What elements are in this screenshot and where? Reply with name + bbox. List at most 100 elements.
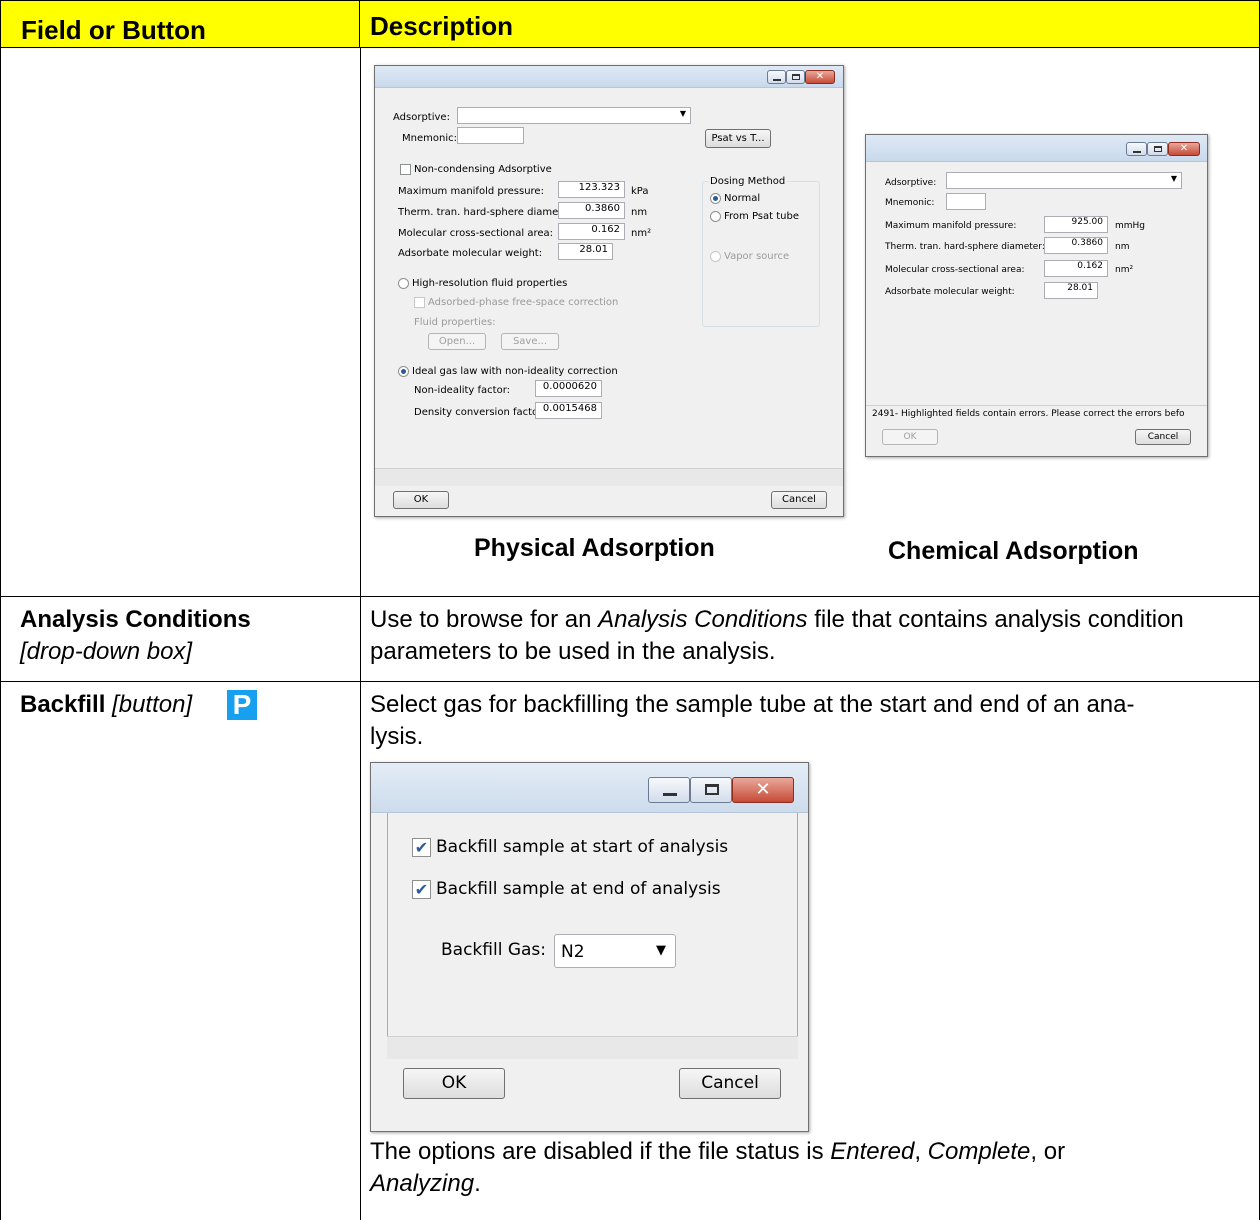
non-ideality-value: 0.0000620 [542, 381, 597, 392]
density-label: Density conversion factor: [414, 407, 546, 418]
error-message: 2491- Highlighted fields contain errors.… [872, 409, 1185, 419]
weight-field[interactable]: 28.01 [1044, 282, 1098, 299]
maximize-button[interactable] [1147, 142, 1168, 156]
backfill-description: Select gas for backfilling the sample tu… [370, 689, 1250, 753]
ideal-gas-radio[interactable] [398, 366, 409, 377]
adsorptive-dropdown[interactable]: ▼ [946, 172, 1182, 189]
backfill-gas-value: N2 [561, 942, 585, 962]
maximize-icon [1154, 146, 1162, 152]
maximize-button[interactable] [690, 777, 732, 803]
close-button[interactable]: ✕ [1168, 142, 1200, 156]
psat-label: Psat vs T... [711, 133, 765, 144]
backfill-end-label: Backfill sample at end of analysis [436, 879, 721, 899]
cancel-button[interactable]: Cancel [771, 491, 827, 509]
status-bar [375, 468, 843, 486]
open-button[interactable]: Open... [428, 333, 486, 350]
max-pressure-field[interactable]: 925.00 [1044, 216, 1108, 233]
desc-italic: Analysis Conditions [598, 606, 808, 633]
diameter-field[interactable]: 0.3860 [558, 202, 625, 219]
free-space-label: Adsorbed-phase free-space correction [428, 297, 619, 308]
close-button[interactable]: ✕ [732, 777, 794, 803]
diameter-label: Therm. tran. hard-sphere diameter: [398, 207, 576, 218]
check-icon: ✔ [414, 838, 429, 857]
high-resolution-radio[interactable] [398, 278, 409, 289]
density-value: 0.0015468 [542, 403, 597, 414]
table-left-border [0, 48, 1, 1220]
header-left-label: Field or Button [21, 15, 206, 45]
ideal-gas-label: Ideal gas law with non-ideality correcti… [412, 366, 618, 377]
row-divider-2 [0, 681, 1260, 682]
adsorptive-label: Adsorptive: [393, 112, 450, 123]
dosing-vapor-radio[interactable] [710, 251, 721, 262]
diameter-unit: nm [631, 207, 648, 218]
non-ideality-label: Non-ideality factor: [414, 385, 511, 396]
desc-pre: Use to browse for an [370, 606, 599, 633]
psat-vs-t-button[interactable]: Psat vs T... [705, 129, 771, 148]
mnemonic-field[interactable] [457, 127, 524, 144]
open-label: Open... [438, 336, 476, 347]
area-field[interactable]: 0.162 [1044, 260, 1108, 277]
area-unit: nm² [631, 228, 652, 239]
density-field[interactable]: 0.0015468 [535, 402, 602, 419]
save-button[interactable]: Save... [501, 333, 559, 350]
minimize-button[interactable] [1126, 142, 1147, 156]
non-condensing-checkbox[interactable] [400, 164, 411, 175]
free-space-checkbox[interactable] [414, 297, 425, 308]
dosing-psat-radio[interactable] [710, 211, 721, 222]
minimize-button[interactable] [767, 70, 786, 84]
close-icon: ✕ [1179, 143, 1189, 154]
analysis-conditions-field: Analysis Conditions [drop-down box] [20, 604, 350, 668]
non-condensing-label: Non-condensing Adsorptive [414, 164, 552, 175]
analysis-conditions-type: [drop-down box] [20, 638, 193, 665]
cancel-label: Cancel [782, 494, 816, 505]
mnemonic-field[interactable] [946, 193, 986, 210]
max-pressure-field[interactable]: 123.323 [558, 181, 625, 198]
physical-adsorption-dialog: ✕ Adsorptive: ▼ Mnemonic: Psat vs T... N… [374, 65, 844, 517]
backfill-dialog: ✕ ✔ Backfill sample at start of analysis… [370, 762, 809, 1132]
minimize-button[interactable] [648, 777, 690, 803]
adsorptive-label: Adsorptive: [885, 178, 937, 188]
dosing-normal-label: Normal [724, 193, 761, 204]
chemical-adsorption-dialog: ✕ Adsorptive: ▼ Mnemonic: Maximum manifo… [865, 134, 1208, 457]
weight-label: Adsorbate molecular weight: [398, 248, 543, 259]
backfill-end-checkbox[interactable]: ✔ [412, 880, 431, 899]
mnemonic-label: Mnemonic: [402, 133, 457, 144]
weight-label: Adsorbate molecular weight: [885, 287, 1015, 297]
note-entered: Entered [830, 1138, 915, 1165]
backfill-field: Backfill [button] [20, 689, 192, 721]
physical-adsorption-caption: Physical Adsorption [474, 534, 715, 562]
note-complete: Complete [927, 1138, 1031, 1165]
max-pressure-value: 925.00 [1071, 217, 1104, 227]
status-bar [387, 1036, 798, 1059]
backfill-type: [button] [112, 691, 193, 718]
ok-button[interactable]: OK [882, 429, 938, 445]
header-field-or-button: Field or Button [0, 0, 360, 48]
diameter-field[interactable]: 0.3860 [1044, 237, 1108, 254]
close-button[interactable]: ✕ [805, 70, 835, 84]
weight-field[interactable]: 28.01 [558, 243, 613, 260]
chemical-adsorption-caption: Chemical Adsorption [888, 537, 1139, 565]
cancel-button[interactable]: Cancel [679, 1068, 781, 1099]
save-label: Save... [512, 336, 548, 347]
area-value: 0.162 [1077, 261, 1103, 271]
chevron-down-icon: ▼ [656, 943, 666, 958]
ok-button[interactable]: OK [393, 491, 449, 509]
area-unit: nm² [1115, 265, 1134, 275]
cancel-button[interactable]: Cancel [1135, 429, 1191, 445]
ok-button[interactable]: OK [403, 1068, 505, 1099]
check-icon: ✔ [414, 880, 429, 899]
maximize-button[interactable] [786, 70, 805, 84]
area-label: Molecular cross-sectional area: [398, 228, 554, 239]
adsorptive-dropdown[interactable]: ▼ [457, 107, 691, 124]
note-pre: The options are disabled if the file sta… [370, 1138, 831, 1165]
ok-label: OK [413, 494, 429, 505]
dosing-normal-radio[interactable] [710, 193, 721, 204]
backfill-gas-dropdown[interactable]: N2 ▼ [554, 934, 676, 968]
minimize-icon [1133, 151, 1141, 153]
area-label: Molecular cross-sectional area: [885, 265, 1025, 275]
area-field[interactable]: 0.162 [558, 223, 625, 240]
header-right-label: Description [370, 11, 514, 41]
backfill-start-checkbox[interactable]: ✔ [412, 838, 431, 857]
non-ideality-field[interactable]: 0.0000620 [535, 380, 602, 397]
note-analyzing: Analyzing [370, 1170, 475, 1197]
